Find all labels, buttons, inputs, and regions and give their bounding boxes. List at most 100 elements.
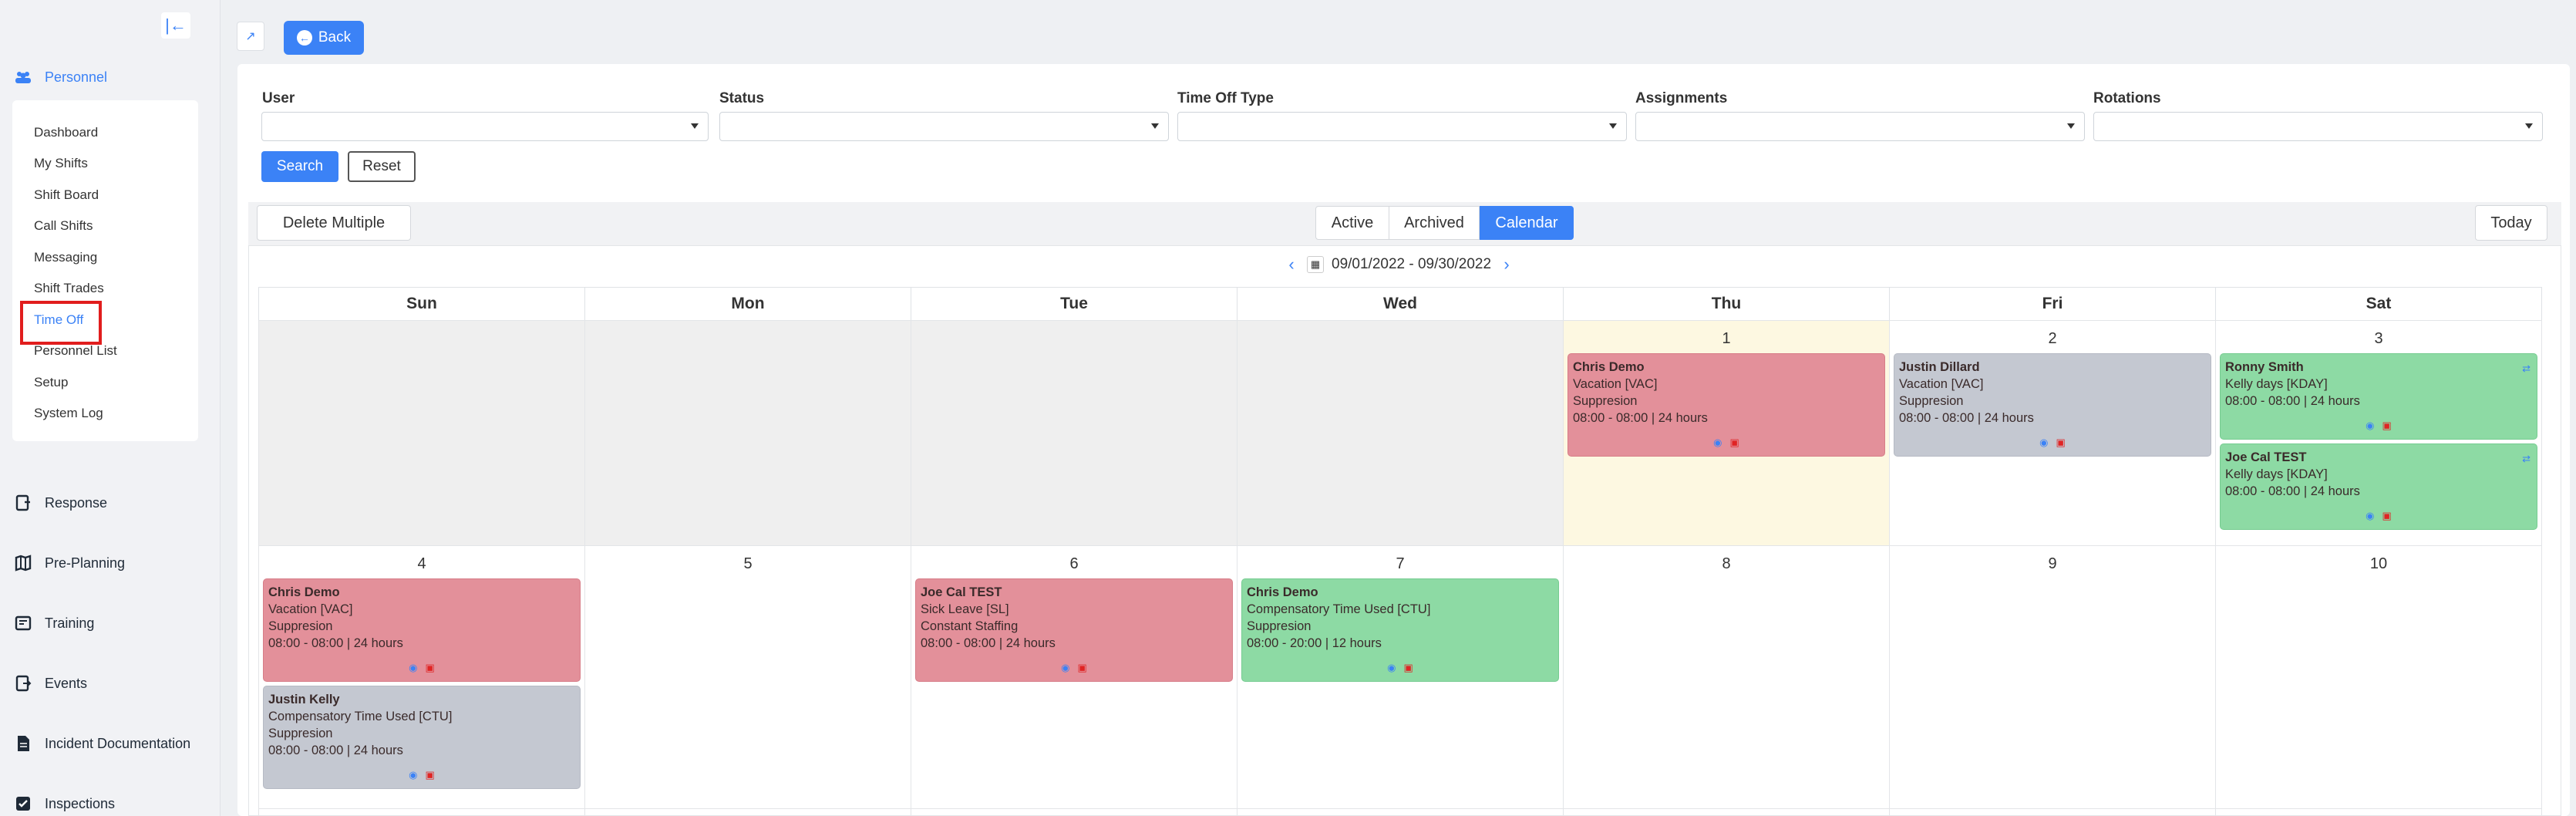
sidebar-section-personnel[interactable]: Personnel bbox=[14, 68, 107, 86]
calendar-icon[interactable]: ▦ bbox=[1307, 256, 1324, 273]
swap-icon[interactable]: ⇄ bbox=[2522, 450, 2531, 467]
chevron-left-icon[interactable]: ‹ bbox=[1284, 255, 1299, 275]
event-name: Joe Cal TEST bbox=[921, 585, 1002, 599]
rotations-select[interactable] bbox=[2093, 112, 2543, 141]
eye-icon[interactable]: ◉ bbox=[2039, 434, 2048, 451]
eye-icon[interactable]: ◉ bbox=[409, 659, 417, 676]
sidebar-section-label: Pre-Planning bbox=[45, 555, 126, 571]
day-cell[interactable]: 11 bbox=[258, 808, 585, 816]
weekday-header: Sat bbox=[2215, 287, 2542, 321]
sidebar-section-incident-documentation[interactable]: Incident Documentation bbox=[14, 734, 190, 753]
swap-icon[interactable]: ⇄ bbox=[2522, 360, 2531, 377]
eye-icon[interactable]: ◉ bbox=[1061, 659, 1069, 676]
back-button[interactable]: ← Back bbox=[284, 21, 364, 55]
sidebar-item-shift-trades[interactable]: Shift Trades bbox=[34, 281, 104, 296]
weekday-header: Thu bbox=[1563, 287, 1890, 321]
reset-button[interactable]: Reset bbox=[348, 151, 416, 182]
tab-archived[interactable]: Archived bbox=[1389, 206, 1480, 240]
day-cell[interactable]: 12 bbox=[584, 808, 911, 816]
sidebar-section-response[interactable]: Response bbox=[14, 494, 107, 512]
eye-icon[interactable]: ◉ bbox=[2366, 507, 2374, 524]
today-button[interactable]: Today bbox=[2475, 205, 2547, 241]
sidebar: |← Personnel Dashboard My Shifts Shift B… bbox=[0, 0, 221, 816]
filter-label-status: Status bbox=[719, 90, 765, 106]
sidebar-item-personnel-list[interactable]: Personnel List bbox=[34, 343, 117, 359]
time-off-event[interactable]: ⇄ Ronny Smith Kelly days [KDAY] 08:00 - … bbox=[2220, 353, 2537, 440]
time-off-event[interactable]: ⇄ Joe Cal TEST Kelly days [KDAY] 08:00 -… bbox=[2220, 443, 2537, 530]
sidebar-section-training[interactable]: Training bbox=[14, 614, 94, 632]
sidebar-section-inspections[interactable]: Inspections bbox=[14, 794, 115, 813]
delete-multiple-button[interactable]: Delete Multiple bbox=[257, 205, 411, 241]
day-cell[interactable] bbox=[1237, 320, 1564, 546]
day-cell[interactable]: 5 bbox=[584, 545, 911, 809]
trash-icon[interactable]: ▣ bbox=[2382, 417, 2392, 434]
training-icon bbox=[15, 615, 32, 631]
search-button[interactable]: Search bbox=[261, 151, 338, 182]
day-cell[interactable]: 10 bbox=[2215, 545, 2542, 809]
trash-icon[interactable]: ▣ bbox=[2056, 434, 2066, 451]
event-type: Kelly days [KDAY] bbox=[2225, 467, 2328, 481]
tab-calendar[interactable]: Calendar bbox=[1480, 206, 1574, 240]
event-name: Ronny Smith bbox=[2225, 360, 2304, 374]
document-icon bbox=[18, 736, 29, 751]
event-type: Sick Leave [SL] bbox=[921, 602, 1009, 616]
day-cell[interactable]: 9 bbox=[1889, 545, 2216, 809]
event-type: Compensatory Time Used [CTU] bbox=[268, 710, 453, 723]
trash-icon[interactable]: ▣ bbox=[426, 767, 435, 784]
sidebar-item-dashboard[interactable]: Dashboard bbox=[34, 125, 98, 140]
time-off-event[interactable]: Chris Demo Compensatory Time Used [CTU] … bbox=[1241, 578, 1559, 682]
event-detail: Constant Staffing bbox=[921, 619, 1019, 633]
chevron-right-icon[interactable]: › bbox=[1499, 255, 1514, 275]
event-type: Vacation [VAC] bbox=[1573, 377, 1658, 391]
day-cell[interactable] bbox=[258, 320, 585, 546]
expand-icon[interactable]: ↗ bbox=[237, 22, 264, 51]
time-off-event[interactable]: Chris Demo Vacation [VAC] Suppresion 08:… bbox=[263, 578, 581, 682]
day-number: 9 bbox=[2048, 555, 2057, 572]
day-cell[interactable]: 14 bbox=[1237, 808, 1564, 816]
sidebar-item-setup[interactable]: Setup bbox=[34, 375, 68, 390]
time-off-event[interactable]: Justin Dillard Vacation [VAC] Suppresion… bbox=[1894, 353, 2211, 457]
trash-icon[interactable]: ▣ bbox=[2382, 507, 2392, 524]
trash-icon[interactable]: ▣ bbox=[1078, 659, 1087, 676]
sidebar-item-system-log[interactable]: System Log bbox=[34, 406, 103, 421]
day-cell[interactable]: 8 bbox=[1563, 545, 1890, 809]
event-time: 08:00 - 08:00 | 24 hours bbox=[268, 744, 403, 757]
day-cell[interactable]: 17 bbox=[2215, 808, 2542, 816]
sidebar-item-messaging[interactable]: Messaging bbox=[34, 250, 97, 265]
tab-active[interactable]: Active bbox=[1315, 206, 1389, 240]
sidebar-item-my-shifts[interactable]: My Shifts bbox=[34, 156, 88, 171]
time-off-event[interactable]: Chris Demo Vacation [VAC] Suppresion 08:… bbox=[1567, 353, 1885, 457]
day-cell[interactable]: 15 bbox=[1563, 808, 1890, 816]
day-cell[interactable]: 13 bbox=[911, 808, 1237, 816]
trash-icon[interactable]: ▣ bbox=[1404, 659, 1413, 676]
time-off-event[interactable]: Joe Cal TEST Sick Leave [SL] Constant St… bbox=[915, 578, 1233, 682]
time-off-event[interactable]: Justin Kelly Compensatory Time Used [CTU… bbox=[263, 686, 581, 789]
event-name: Chris Demo bbox=[268, 585, 340, 599]
event-name: Justin Kelly bbox=[268, 693, 340, 706]
day-number: 8 bbox=[1722, 555, 1731, 572]
day-cell[interactable] bbox=[584, 320, 911, 546]
time-off-type-select[interactable] bbox=[1177, 112, 1627, 141]
response-icon bbox=[15, 494, 30, 511]
status-select[interactable] bbox=[719, 112, 1169, 141]
collapse-sidebar-icon[interactable]: |← bbox=[161, 12, 190, 39]
trash-icon[interactable]: ▣ bbox=[426, 659, 435, 676]
eye-icon[interactable]: ◉ bbox=[2366, 417, 2374, 434]
sidebar-section-events[interactable]: Events bbox=[14, 674, 87, 693]
trash-icon[interactable]: ▣ bbox=[1730, 434, 1739, 451]
event-detail: Suppresion bbox=[1573, 394, 1638, 408]
sidebar-section-pre-planning[interactable]: Pre-Planning bbox=[14, 554, 125, 572]
eye-icon[interactable]: ◉ bbox=[1713, 434, 1722, 451]
eye-icon[interactable]: ◉ bbox=[1387, 659, 1396, 676]
day-cell[interactable]: 16 bbox=[1889, 808, 2216, 816]
event-type: Compensatory Time Used [CTU] bbox=[1247, 602, 1431, 616]
sidebar-item-call-shifts[interactable]: Call Shifts bbox=[34, 218, 93, 234]
event-name: Chris Demo bbox=[1573, 360, 1645, 374]
event-detail: Suppresion bbox=[1247, 619, 1312, 633]
day-cell[interactable] bbox=[911, 320, 1237, 546]
eye-icon[interactable]: ◉ bbox=[409, 767, 417, 784]
date-range: 09/01/2022 - 09/30/2022 bbox=[1332, 256, 1492, 272]
sidebar-item-shift-board[interactable]: Shift Board bbox=[34, 187, 99, 203]
user-select[interactable] bbox=[261, 112, 709, 141]
assignments-select[interactable] bbox=[1635, 112, 2085, 141]
